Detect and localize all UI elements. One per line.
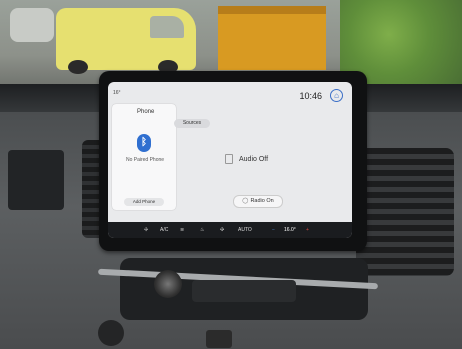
no-paired-phone-text: No Paired Phone	[125, 157, 165, 163]
phone-title: Phone	[137, 109, 155, 115]
seat-heat-icon[interactable]: ♨	[200, 227, 204, 233]
radio-on-label: Radio On	[250, 198, 274, 204]
temp-up-button[interactable]: +	[306, 227, 309, 233]
dashboard-cubby	[8, 150, 64, 210]
clock: 10:46	[299, 91, 322, 101]
radio-on-button[interactable]: ◯ Radio On	[233, 195, 283, 208]
auto-button[interactable]: AUTO	[238, 227, 252, 233]
climate-buttons[interactable]	[192, 280, 296, 302]
temp-value: 16.0°	[284, 227, 296, 233]
van-wheel	[68, 60, 88, 74]
climate-bar[interactable]: ✢ A/C ≋ ♨ ✣ AUTO − 16.0° +	[108, 222, 352, 238]
photo-scene: 16° 10:46 ⌂ Phone ᛒ No Paired Phone Add …	[0, 0, 462, 349]
bluetooth-icon: ᛒ	[137, 134, 151, 152]
infotainment-screen[interactable]: 16° 10:46 ⌂ Phone ᛒ No Paired Phone Add …	[108, 82, 352, 238]
defrost-icon[interactable]: ≋	[180, 227, 184, 233]
outside-temp: 16°	[113, 90, 121, 96]
temp-down-button[interactable]: −	[272, 227, 275, 233]
add-phone-button[interactable]: Add Phone	[124, 198, 164, 206]
parked-car	[10, 8, 54, 42]
fan-speed-icon[interactable]: ✣	[220, 227, 224, 233]
fan-icon[interactable]: ✢	[144, 227, 148, 233]
hazard-button[interactable]	[206, 330, 232, 348]
home-icon[interactable]: ⌂	[330, 89, 343, 102]
ac-button[interactable]: A/C	[160, 227, 168, 233]
lower-knob[interactable]	[98, 320, 124, 346]
phone-card[interactable]: Phone ᛒ No Paired Phone Add Phone	[112, 104, 176, 210]
radio-icon: ◯	[242, 198, 249, 204]
volume-knob[interactable]	[154, 270, 182, 298]
audio-status: Audio Off	[239, 156, 269, 163]
sources-button[interactable]: Sources	[174, 119, 210, 128]
right-air-vent[interactable]	[356, 148, 454, 276]
orange-skip	[218, 6, 326, 70]
audio-device-icon	[225, 154, 233, 164]
